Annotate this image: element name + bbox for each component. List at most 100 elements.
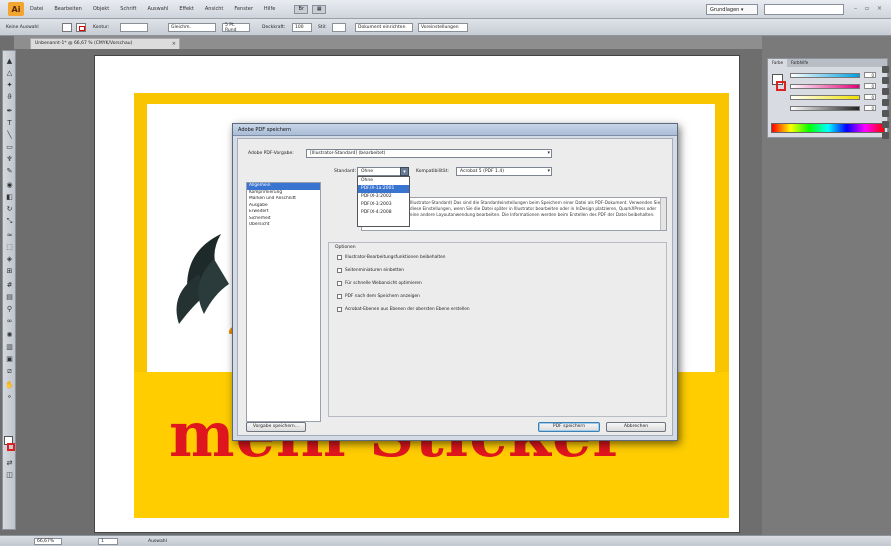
document-setup-button[interactable]: Dokument einrichten <box>355 23 413 32</box>
option-create-acrobat-layers[interactable]: Acrobat-Ebenen aus Ebenen der obersten E… <box>337 307 470 312</box>
opacity-field[interactable]: 100 <box>292 23 312 32</box>
dropdown-option[interactable]: PDF/X-1a:2001 <box>358 185 409 193</box>
cyan-slider[interactable] <box>790 73 860 78</box>
magenta-slider[interactable] <box>790 84 860 89</box>
search-input[interactable] <box>764 4 844 15</box>
menu-type[interactable]: Schrift <box>120 6 136 12</box>
document-tab[interactable]: Unbenannt-1* @ 66,67 % (CMYK/Vorschau) × <box>30 38 180 49</box>
cancel-button[interactable]: Abbrechen <box>606 422 666 432</box>
checkbox[interactable] <box>337 307 342 312</box>
pencil-tool-icon[interactable]: ✎ <box>5 167 14 175</box>
slice-tool-icon[interactable]: ⧄ <box>5 367 14 375</box>
checkbox[interactable] <box>337 281 342 286</box>
black-slider[interactable] <box>790 106 860 111</box>
menu-effect[interactable]: Effekt <box>179 6 194 12</box>
stroke-color-icon[interactable] <box>776 81 786 91</box>
eraser-tool-icon[interactable]: ◧ <box>5 193 14 201</box>
close-icon[interactable]: × <box>172 41 176 47</box>
yellow-slider[interactable] <box>790 95 860 100</box>
direct-selection-tool-icon[interactable]: △ <box>5 69 14 77</box>
blend-tool-icon[interactable]: ∞ <box>5 317 14 325</box>
dropdown-option[interactable]: PDF/X-3:2002 <box>358 193 409 201</box>
blob-brush-tool-icon[interactable]: ◉ <box>5 181 14 189</box>
menu-select[interactable]: Auswahl <box>147 6 168 12</box>
stroke-swatch[interactable] <box>76 23 86 32</box>
symbol-sprayer-tool-icon[interactable]: ✺ <box>5 331 14 339</box>
preferences-button[interactable]: Voreinstellungen <box>418 23 468 32</box>
scale-tool-icon[interactable]: ⤡ <box>5 217 14 225</box>
window-controls[interactable]: – ▫ × <box>854 5 885 12</box>
gradient-tool-icon[interactable]: ▤ <box>5 293 14 301</box>
checkbox[interactable] <box>337 255 342 260</box>
magic-wand-tool-icon[interactable]: ✦ <box>5 81 14 89</box>
brushes-panel-icon[interactable] <box>882 77 889 84</box>
tab-color-guide[interactable]: Farbhilfe <box>787 59 812 67</box>
option-fast-web-view[interactable]: Für schnelle Webansicht optimieren <box>337 281 422 286</box>
yellow-value[interactable]: 0 <box>864 94 876 100</box>
zoom-select[interactable]: 66,67% <box>34 538 62 545</box>
swap-colors-icon[interactable]: ⇄ <box>5 459 14 467</box>
cyan-value[interactable]: 0 <box>864 72 876 78</box>
arrange-documents-button[interactable]: ▦ <box>312 4 327 14</box>
category-item[interactable]: Übersicht <box>247 222 320 229</box>
fill-swatch[interactable] <box>62 23 72 32</box>
pen-tool-icon[interactable]: ✒ <box>5 107 14 115</box>
stroke-weight-field[interactable] <box>120 23 148 32</box>
selection-tool-icon[interactable]: ▲ <box>5 57 14 65</box>
chevron-down-icon[interactable]: ▾ <box>400 167 409 176</box>
standard-select[interactable]: Ohne <box>357 167 401 176</box>
menu-file[interactable]: Datei <box>30 6 43 12</box>
mesh-tool-icon[interactable]: # <box>5 281 14 289</box>
artboard-number-field[interactable]: 1 <box>98 538 118 545</box>
compatibility-select[interactable]: Acrobat 5 (PDF 1.4) ▾ <box>456 167 552 176</box>
dropdown-option[interactable]: Ohne <box>358 177 409 185</box>
artboards-panel-icon[interactable] <box>882 132 889 139</box>
option-preserve-editing[interactable]: Illustrator-Bearbeitungsfunktionen beibe… <box>337 255 446 260</box>
magenta-value[interactable]: 0 <box>864 83 876 89</box>
menu-view[interactable]: Ansicht <box>205 6 223 12</box>
menu-help[interactable]: Hilfe <box>264 6 275 12</box>
menu-object[interactable]: Objekt <box>93 6 109 12</box>
rotate-tool-icon[interactable]: ↻ <box>5 205 14 213</box>
option-embed-thumbnails[interactable]: Seitenminiaturen einbetten <box>337 268 404 273</box>
stroke-panel-icon[interactable] <box>882 110 889 117</box>
free-transform-tool-icon[interactable]: ⬚ <box>5 243 14 251</box>
checkbox[interactable] <box>337 268 342 273</box>
lasso-tool-icon[interactable]: ϑ <box>5 93 14 101</box>
stroke-profile-select[interactable]: Gleichm. <box>168 23 216 32</box>
dropdown-option[interactable]: PDF/X-3:2003 <box>358 201 409 209</box>
stroke-color-icon[interactable] <box>7 443 15 451</box>
draw-mode-icon[interactable]: ◫ <box>5 471 14 479</box>
dropdown-option[interactable]: PDF/X-4:2008 <box>358 209 409 217</box>
style-select[interactable] <box>332 23 346 32</box>
menu-edit[interactable]: Bearbeiten <box>54 6 81 12</box>
save-preset-button[interactable]: Vorgabe speichern... <box>246 422 306 432</box>
graphic-styles-panel-icon[interactable] <box>882 99 889 106</box>
swatches-panel-icon[interactable] <box>882 66 889 73</box>
hand-tool-icon[interactable]: ✋ <box>5 381 14 389</box>
menu-window[interactable]: Fenster <box>234 6 253 12</box>
paintbrush-tool-icon[interactable]: ♆ <box>5 155 14 163</box>
black-value[interactable]: 0 <box>864 105 876 111</box>
type-tool-icon[interactable]: T <box>5 119 14 127</box>
perspective-grid-tool-icon[interactable]: ⊞ <box>5 267 14 275</box>
rectangle-tool-icon[interactable]: ▭ <box>5 143 14 151</box>
bridge-button[interactable]: Br <box>294 4 309 14</box>
color-spectrum[interactable] <box>771 123 885 133</box>
current-tool-status[interactable]: Auswahl <box>148 538 167 545</box>
symbols-panel-icon[interactable] <box>882 88 889 95</box>
shape-builder-tool-icon[interactable]: ◈ <box>5 255 14 263</box>
eyedropper-tool-icon[interactable]: ⚲ <box>5 305 14 313</box>
workspace-switcher[interactable]: Grundlagen ▾ <box>706 4 758 15</box>
description-scrollbar[interactable] <box>660 198 666 230</box>
layers-panel-icon[interactable] <box>882 121 889 128</box>
preset-select[interactable]: [Illustrator-Standard] (bearbeitet) ▾ <box>306 149 552 158</box>
brush-select[interactable]: 5 Pt. Rund <box>222 23 250 33</box>
zoom-tool-icon[interactable]: ⚬ <box>5 393 14 401</box>
checkbox[interactable] <box>337 294 342 299</box>
option-view-pdf-after-saving[interactable]: PDF nach dem Speichern anzeigen <box>337 294 420 299</box>
save-pdf-button[interactable]: PDF speichern <box>538 422 600 432</box>
line-tool-icon[interactable]: ╲ <box>5 131 14 139</box>
warp-tool-icon[interactable]: ≈ <box>5 231 14 239</box>
artboard-tool-icon[interactable]: ▣ <box>5 355 14 363</box>
